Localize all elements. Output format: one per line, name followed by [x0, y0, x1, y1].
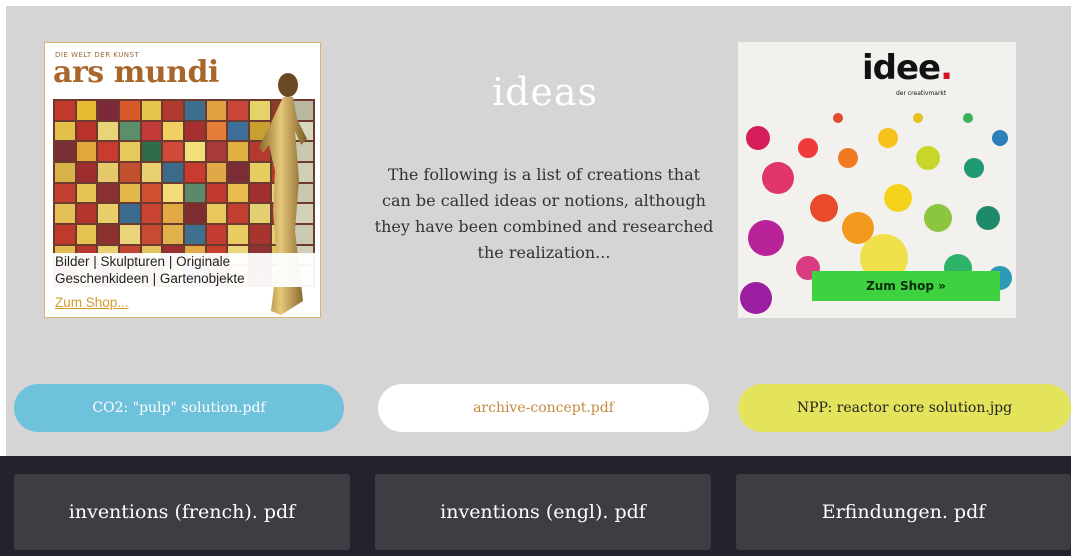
ad-line-1: Bilder | Skulpturen | Originale: [55, 254, 231, 269]
ad-logo-subtitle: der creativmarkt: [896, 90, 947, 97]
ad-logo-text: idee: [862, 48, 941, 88]
download-inventions-french[interactable]: inventions (french). pdf: [14, 474, 350, 550]
ad-shop-button[interactable]: Zum Shop »: [812, 271, 1000, 301]
download-erfindungen[interactable]: Erfindungen. pdf: [736, 474, 1071, 550]
page-description: The following is a list of creations tha…: [374, 165, 714, 262]
ad-logo: idee.: [862, 48, 953, 88]
ad-shop-link[interactable]: Zum Shop...: [55, 295, 129, 310]
ad-logo-dot: .: [940, 48, 953, 88]
ad-line-2: Geschenkideen | Gartenobjekte: [55, 271, 245, 286]
download-inventions-english[interactable]: inventions (engl). pdf: [375, 474, 711, 550]
ad-description: Bilder | Skulpturen | Originale Geschenk…: [53, 253, 315, 287]
file-link-co2-pulp[interactable]: CO2: "pulp" solution.pdf: [14, 384, 344, 432]
page-title: ideas: [491, 70, 599, 114]
idee-creativmarkt-ad[interactable]: idee. der creativmarkt Zum Shop »: [738, 42, 1016, 318]
file-link-archive-concept[interactable]: archive-concept.pdf: [378, 384, 709, 432]
file-link-npp-reactor[interactable]: NPP: reactor core solution.jpg: [738, 384, 1071, 432]
ad-brand-logo: ars mundi: [53, 55, 219, 90]
ars-mundi-ad[interactable]: DIE WELT DER KUNST ars mundi Bilder | Sk…: [44, 42, 321, 318]
